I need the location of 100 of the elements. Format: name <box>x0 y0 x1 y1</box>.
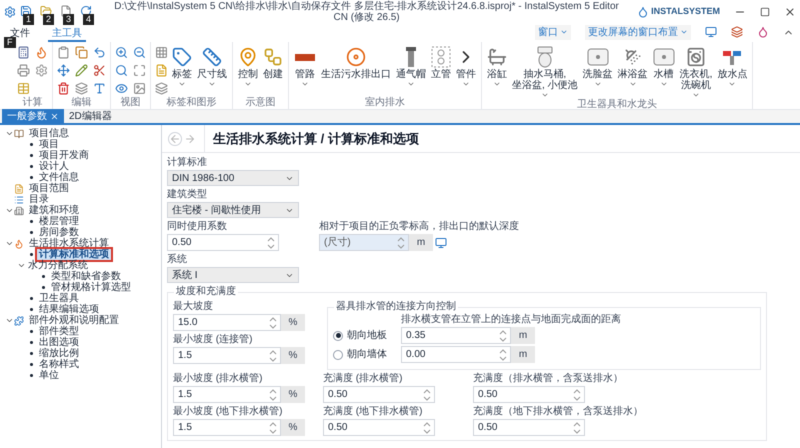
dropdown[interactable]: 住宅楼 - 间歇性使用 <box>167 202 299 218</box>
pencil-button[interactable] <box>74 63 89 78</box>
tree-item[interactable]: 部件外观和说明配置 <box>27 315 121 326</box>
undo-button[interactable] <box>92 45 107 60</box>
scissors-button[interactable] <box>92 63 107 78</box>
tree-item[interactable]: 建筑和环境 <box>27 205 81 216</box>
unit-button[interactable]: % <box>281 347 305 364</box>
tree-item[interactable]: 结果编辑选项 <box>37 304 101 315</box>
radio-button[interactable] <box>333 330 343 340</box>
dropdown[interactable]: 系统 I <box>167 267 299 283</box>
tree-item[interactable]: 文件信息 <box>37 172 81 183</box>
tree-item[interactable]: 楼层管理 <box>37 216 81 227</box>
ribbon-button[interactable]: 放水点 <box>715 45 750 88</box>
table-button[interactable] <box>16 81 31 96</box>
ribbon-button[interactable]: 洗脸盆 <box>580 45 615 88</box>
expand-caret-icon[interactable] <box>4 239 14 248</box>
tree-item[interactable]: 设计人 <box>37 161 71 172</box>
ribbon-button[interactable]: 通气帽 <box>394 45 428 88</box>
zoom-out-button[interactable] <box>132 45 147 60</box>
copy-button[interactable] <box>74 45 89 60</box>
ribbon-button[interactable]: 标签 <box>170 45 194 88</box>
tree-item[interactable]: 项目信息 <box>27 128 71 139</box>
tree-item[interactable]: 单位 <box>37 370 61 381</box>
layers-button[interactable] <box>154 81 169 96</box>
fit-button[interactable] <box>132 63 147 78</box>
ribbon-button[interactable]: 管件 <box>454 45 478 88</box>
unit-button[interactable]: % <box>281 314 305 331</box>
unit-button[interactable]: m <box>511 346 535 363</box>
expand-caret-icon[interactable] <box>4 316 14 325</box>
ribbon-button[interactable]: 水槽 <box>650 45 677 88</box>
tree-item[interactable]: 项目开发商 <box>37 150 91 161</box>
text-button[interactable] <box>92 81 107 96</box>
droplet-icon[interactable] <box>757 26 769 38</box>
number-field[interactable]: 0.50 <box>473 386 585 403</box>
number-field[interactable]: 0.35 <box>401 327 511 344</box>
unit-button[interactable]: m <box>409 234 433 251</box>
unit-button[interactable]: % <box>281 386 305 403</box>
number-field[interactable]: 0.50 <box>323 386 435 403</box>
ribbon-button[interactable]: 生活污水排出口 <box>319 45 393 80</box>
ribbon-button[interactable]: 洗衣机, 洗碗机 <box>678 45 714 99</box>
number-field[interactable]: 0.50 <box>167 234 279 251</box>
ribbon-button[interactable]: 淋浴盆 <box>616 45 650 88</box>
note-button[interactable] <box>154 63 169 78</box>
gear-button[interactable] <box>34 63 49 78</box>
tree-item[interactable]: 缩放比例 <box>37 348 81 359</box>
move-button[interactable] <box>56 63 71 78</box>
unit-button[interactable]: m <box>511 327 535 344</box>
eye-button[interactable] <box>114 81 129 96</box>
calculator-button[interactable] <box>16 45 31 60</box>
ribbon-button[interactable]: 控制 <box>236 45 260 88</box>
zoom-in-button[interactable] <box>114 45 129 60</box>
open-folder-icon[interactable] <box>40 5 52 17</box>
layers-button[interactable] <box>74 81 89 96</box>
clipboard-button[interactable] <box>56 45 71 60</box>
ribbon-button[interactable]: 管路 <box>292 45 318 88</box>
delete-button[interactable] <box>56 81 71 96</box>
tree-item[interactable]: 项目 <box>37 139 61 150</box>
ribbon-button[interactable]: 抽水马桶, 坐浴盆, 小便池 <box>510 45 580 99</box>
image-button[interactable] <box>132 81 147 96</box>
tree-item[interactable]: 管材规格计算选型 <box>49 282 133 293</box>
number-field[interactable]: 1.5 <box>173 419 281 436</box>
tree-item[interactable]: 卫生器具 <box>37 293 81 304</box>
refresh-icon[interactable] <box>80 5 92 17</box>
tree-item[interactable]: 生活排水系统计算 <box>27 238 111 249</box>
tree-item[interactable]: 水力分配系统 <box>26 260 90 271</box>
search-button[interactable] <box>114 63 129 78</box>
layers-icon[interactable] <box>731 26 743 38</box>
expand-caret-icon[interactable] <box>16 261 26 270</box>
tree-item[interactable]: 计算标准和选项 <box>37 249 111 260</box>
tree-item[interactable]: 出图选项 <box>37 337 81 348</box>
monitor-icon[interactable] <box>435 236 447 248</box>
layout-menu[interactable]: 更改屏幕的窗口布置 <box>585 24 691 40</box>
ribbon-button[interactable]: 浴缸 <box>485 45 509 88</box>
expand-caret-icon[interactable] <box>4 206 14 215</box>
number-field[interactable]: 0.50 <box>323 419 435 436</box>
maximize-icon[interactable] <box>760 7 770 17</box>
tree-item[interactable]: 类型和缺省参数 <box>49 271 123 282</box>
ribbon-tab[interactable]: 文件 <box>6 27 34 40</box>
save-icon[interactable] <box>20 5 32 17</box>
dropdown[interactable]: DIN 1986-100 <box>167 170 299 186</box>
flame-button[interactable] <box>34 45 49 60</box>
document-tab[interactable]: 2D编辑器 <box>64 109 117 123</box>
printer-button[interactable] <box>16 63 31 78</box>
number-field[interactable]: 1.5 <box>173 386 281 403</box>
expand-caret-icon[interactable] <box>4 129 14 138</box>
tree-item[interactable]: 房间参数 <box>37 227 81 238</box>
window-menu[interactable]: 窗口 <box>535 24 571 40</box>
tree-item[interactable]: 项目范围 <box>27 183 71 194</box>
close-tab-icon[interactable] <box>50 112 59 120</box>
document-tab[interactable]: 一般参数 <box>2 109 64 123</box>
tree-item[interactable]: 目录 <box>27 194 51 205</box>
new-file-icon[interactable] <box>60 5 72 17</box>
number-field[interactable]: (尺寸) <box>319 234 409 251</box>
ribbon-button[interactable]: 创建 <box>261 45 285 80</box>
number-field[interactable]: 0.00 <box>401 346 511 363</box>
tree-item[interactable]: 名称样式 <box>37 359 81 370</box>
number-field[interactable]: 0.50 <box>473 419 585 436</box>
radio-button[interactable] <box>333 350 343 360</box>
unit-button[interactable]: % <box>281 419 305 436</box>
tree-item[interactable]: 部件类型 <box>37 326 81 337</box>
